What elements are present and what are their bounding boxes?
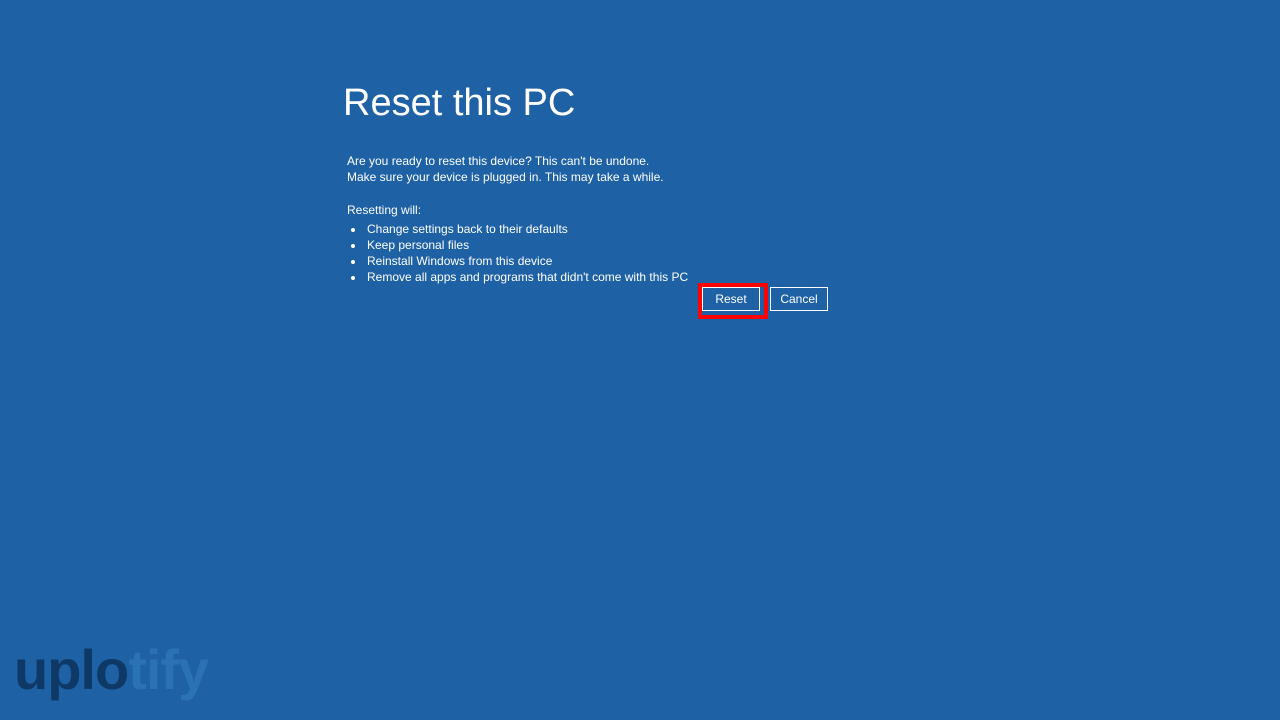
watermark-part-1: uplo bbox=[14, 638, 128, 701]
description-line-1: Are you ready to reset this device? This… bbox=[347, 153, 688, 169]
watermark-part-2: tify bbox=[128, 638, 208, 701]
watermark-logo: uplotify bbox=[14, 637, 208, 702]
cancel-button[interactable]: Cancel bbox=[770, 287, 828, 311]
bullet-item: Remove all apps and programs that didn't… bbox=[365, 269, 688, 285]
resetting-bullet-list: Change settings back to their defaults K… bbox=[365, 221, 688, 285]
resetting-will-label: Resetting will: bbox=[347, 203, 688, 217]
description-text: Are you ready to reset this device? This… bbox=[347, 153, 688, 185]
button-row: Reset Cancel bbox=[702, 287, 828, 311]
description-line-2: Make sure your device is plugged in. Thi… bbox=[347, 169, 688, 185]
bullet-item: Reinstall Windows from this device bbox=[365, 253, 688, 269]
bullet-item: Keep personal files bbox=[365, 237, 688, 253]
bullet-item: Change settings back to their defaults bbox=[365, 221, 688, 237]
reset-pc-panel: Reset this PC Are you ready to reset thi… bbox=[343, 82, 688, 285]
page-title: Reset this PC bbox=[343, 82, 688, 125]
reset-button[interactable]: Reset bbox=[702, 287, 760, 311]
